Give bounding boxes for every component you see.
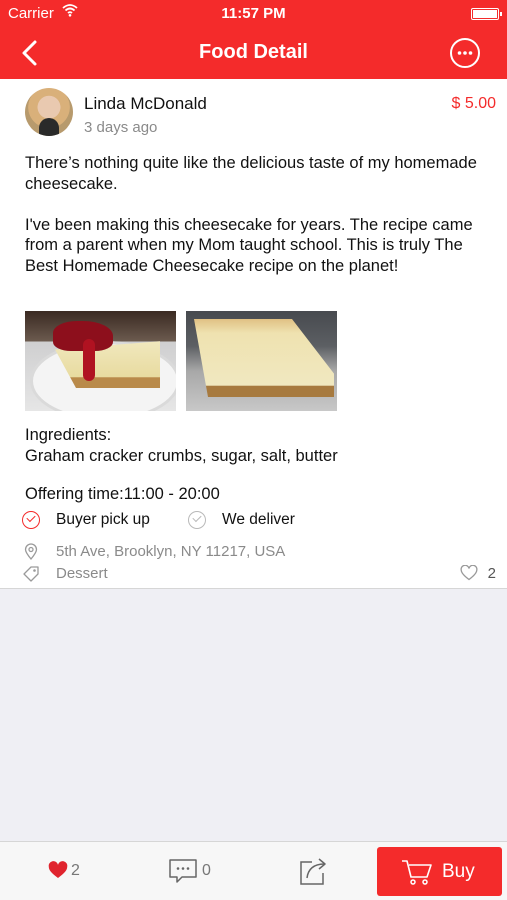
- share-icon: [300, 858, 326, 885]
- comment-count: 0: [202, 862, 211, 879]
- option-label: Buyer pick up: [56, 511, 150, 528]
- more-button[interactable]: [450, 38, 480, 68]
- heart-filled-icon: [48, 861, 68, 878]
- like-button[interactable]: 2: [46, 842, 96, 900]
- ingredients-list: Graham cracker crumbs, sugar, salt, butt…: [25, 446, 338, 465]
- heart-outline-icon: [460, 565, 478, 581]
- nav-bar: Food Detail: [0, 28, 507, 79]
- status-bar: Carrier 11:57 PM: [0, 0, 507, 28]
- food-detail-card: Linda McDonald 3 days ago $ 5.00 There’s…: [0, 79, 507, 589]
- description-paragraph: I've been making this cheesecake for yea…: [25, 215, 473, 275]
- page-title: Food Detail: [199, 41, 308, 63]
- address-text: 5th Ave, Brooklyn, NY 11217, USA: [56, 543, 286, 560]
- ellipsis-icon: [457, 51, 473, 55]
- ingredients: Ingredients: Graham cracker crumbs, suga…: [25, 425, 338, 466]
- offering-time: Offering time:11:00 - 20:00: [25, 485, 220, 503]
- description-paragraph: There’s nothing quite like the delicious…: [25, 154, 477, 193]
- share-button[interactable]: [298, 842, 330, 900]
- bottom-action-bar: 2 0 Buy: [0, 841, 507, 900]
- like-count: 2: [71, 862, 80, 879]
- comment-button[interactable]: 0: [166, 842, 226, 900]
- clock: 11:57 PM: [221, 5, 286, 22]
- description: There’s nothing quite like the delicious…: [25, 153, 485, 297]
- tag-icon: [23, 566, 39, 582]
- price-label: $ 5.00: [451, 95, 496, 112]
- battery-icon: [471, 8, 502, 20]
- author-name[interactable]: Linda McDonald: [84, 94, 207, 114]
- buy-button[interactable]: Buy: [377, 847, 502, 896]
- likes-number: 2: [487, 565, 496, 582]
- cart-icon: [402, 860, 432, 885]
- ingredients-label: Ingredients:: [25, 426, 112, 444]
- food-photo-1[interactable]: [25, 311, 176, 411]
- buy-label: Buy: [442, 861, 475, 882]
- comment-icon: [169, 859, 197, 883]
- post-time: 3 days ago: [84, 119, 158, 136]
- check-circle-icon: [22, 511, 40, 529]
- category-text: Dessert: [56, 565, 108, 582]
- option-label: We deliver: [222, 511, 295, 528]
- author-avatar[interactable]: [25, 88, 73, 136]
- location-pin-icon: [24, 543, 38, 561]
- check-circle-icon: [188, 511, 206, 529]
- food-photo-2[interactable]: [186, 311, 337, 411]
